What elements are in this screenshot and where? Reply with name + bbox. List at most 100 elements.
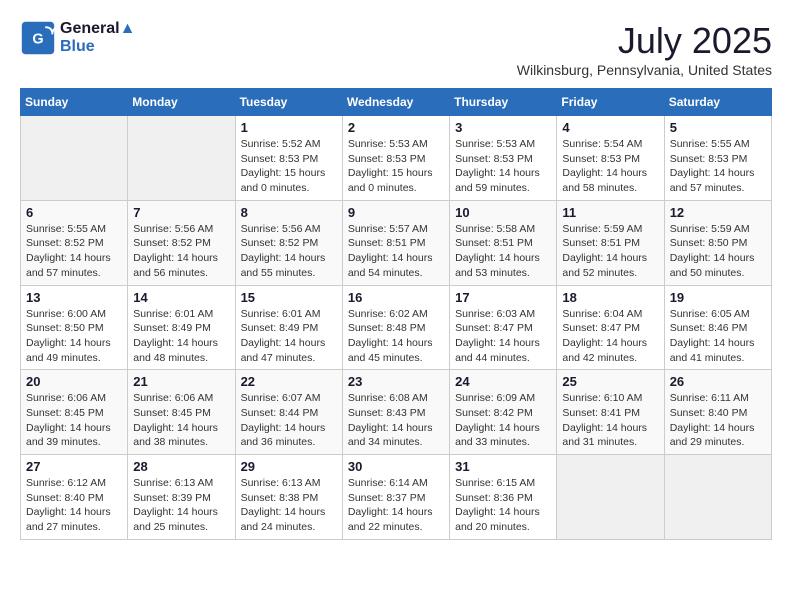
day-number: 17: [455, 290, 551, 305]
calendar-week-1: 1Sunrise: 5:52 AM Sunset: 8:53 PM Daylig…: [21, 116, 772, 201]
day-info: Sunrise: 6:13 AM Sunset: 8:39 PM Dayligh…: [133, 476, 229, 535]
calendar-week-2: 6 Sunrise: 5:55 AM Sunset: 8:52 PM Daylig…: [21, 200, 772, 285]
day-number: 8: [241, 205, 337, 220]
day-info: Sunrise: 6:01 AM Sunset: 8:49 PM Dayligh…: [133, 307, 229, 366]
day-number: 24: [455, 374, 551, 389]
calendar-cell: 22 Sunrise: 6:07 AM Sunset: 8:44 PM Dayli…: [235, 370, 342, 455]
day-number: 14: [133, 290, 229, 305]
month-title: July 2025: [517, 20, 772, 62]
day-info: Sunrise: 5:53 AM Sunset: 8:53 PM Dayligh…: [348, 137, 444, 196]
day-info: Sunrise: 5:54 AM Sunset: 8:53 PM Dayligh…: [562, 137, 658, 196]
day-info: Sunrise: 6:04 AM Sunset: 8:47 PM Dayligh…: [562, 307, 658, 366]
calendar-cell: 5 Sunrise: 5:55 AM Sunset: 8:53 PM Daylig…: [664, 116, 771, 201]
calendar-cell: [21, 116, 128, 201]
day-number: 1: [241, 120, 337, 135]
day-info: Sunrise: 5:55 AM Sunset: 8:53 PM Dayligh…: [670, 137, 766, 196]
weekday-header-wednesday: Wednesday: [342, 89, 449, 116]
calendar-cell: 4 Sunrise: 5:54 AM Sunset: 8:53 PM Daylig…: [557, 116, 664, 201]
day-info: Sunrise: 6:05 AM Sunset: 8:46 PM Dayligh…: [670, 307, 766, 366]
day-number: 5: [670, 120, 766, 135]
calendar-cell: 30 Sunrise: 6:14 AM Sunset: 8:37 PM Dayli…: [342, 455, 449, 540]
day-info: Sunrise: 5:55 AM Sunset: 8:52 PM Dayligh…: [26, 222, 122, 281]
calendar-cell: 14 Sunrise: 6:01 AM Sunset: 8:49 PM Dayli…: [128, 285, 235, 370]
logo-icon: G: [20, 20, 56, 56]
calendar-cell: 31 Sunrise: 6:15 AM Sunset: 8:36 PM Dayli…: [450, 455, 557, 540]
day-number: 21: [133, 374, 229, 389]
weekday-header-sunday: Sunday: [21, 89, 128, 116]
day-info: Sunrise: 6:11 AM Sunset: 8:40 PM Dayligh…: [670, 391, 766, 450]
weekday-header-row: SundayMondayTuesdayWednesdayThursdayFrid…: [21, 89, 772, 116]
calendar-cell: 17Sunrise: 6:03 AM Sunset: 8:47 PM Dayli…: [450, 285, 557, 370]
calendar-cell: 9Sunrise: 5:57 AM Sunset: 8:51 PM Daylig…: [342, 200, 449, 285]
calendar-cell: 13 Sunrise: 6:00 AM Sunset: 8:50 PM Dayli…: [21, 285, 128, 370]
day-info: Sunrise: 5:56 AM Sunset: 8:52 PM Dayligh…: [133, 222, 229, 281]
day-info: Sunrise: 5:56 AM Sunset: 8:52 PM Dayligh…: [241, 222, 337, 281]
calendar-week-4: 20Sunrise: 6:06 AM Sunset: 8:45 PM Dayli…: [21, 370, 772, 455]
day-info: Sunrise: 6:07 AM Sunset: 8:44 PM Dayligh…: [241, 391, 337, 450]
day-info: Sunrise: 6:14 AM Sunset: 8:37 PM Dayligh…: [348, 476, 444, 535]
day-info: Sunrise: 6:12 AM Sunset: 8:40 PM Dayligh…: [26, 476, 122, 535]
title-block: July 2025 Wilkinsburg, Pennsylvania, Uni…: [517, 20, 772, 78]
day-info: Sunrise: 5:53 AM Sunset: 8:53 PM Dayligh…: [455, 137, 551, 196]
calendar-cell: 16 Sunrise: 6:02 AM Sunset: 8:48 PM Dayli…: [342, 285, 449, 370]
day-number: 29: [241, 459, 337, 474]
calendar-cell: 15 Sunrise: 6:01 AM Sunset: 8:49 PM Dayli…: [235, 285, 342, 370]
day-info: Sunrise: 6:15 AM Sunset: 8:36 PM Dayligh…: [455, 476, 551, 535]
day-number: 10: [455, 205, 551, 220]
day-info: Sunrise: 6:02 AM Sunset: 8:48 PM Dayligh…: [348, 307, 444, 366]
calendar-cell: 8 Sunrise: 5:56 AM Sunset: 8:52 PM Daylig…: [235, 200, 342, 285]
calendar-week-3: 13 Sunrise: 6:00 AM Sunset: 8:50 PM Dayli…: [21, 285, 772, 370]
calendar-cell: 19 Sunrise: 6:05 AM Sunset: 8:46 PM Dayli…: [664, 285, 771, 370]
calendar-cell: 21 Sunrise: 6:06 AM Sunset: 8:45 PM Dayli…: [128, 370, 235, 455]
day-number: 31: [455, 459, 551, 474]
weekday-header-tuesday: Tuesday: [235, 89, 342, 116]
calendar-cell: 7 Sunrise: 5:56 AM Sunset: 8:52 PM Daylig…: [128, 200, 235, 285]
day-number: 30: [348, 459, 444, 474]
weekday-header-monday: Monday: [128, 89, 235, 116]
calendar-cell: 3Sunrise: 5:53 AM Sunset: 8:53 PM Daylig…: [450, 116, 557, 201]
day-info: Sunrise: 6:06 AM Sunset: 8:45 PM Dayligh…: [133, 391, 229, 450]
calendar-cell: 11Sunrise: 5:59 AM Sunset: 8:51 PM Dayli…: [557, 200, 664, 285]
day-info: Sunrise: 6:01 AM Sunset: 8:49 PM Dayligh…: [241, 307, 337, 366]
day-number: 27: [26, 459, 122, 474]
day-number: 6: [26, 205, 122, 220]
logo-blue: Blue: [60, 38, 135, 56]
day-number: 12: [670, 205, 766, 220]
calendar-cell: 23 Sunrise: 6:08 AM Sunset: 8:43 PM Dayli…: [342, 370, 449, 455]
calendar-cell: [557, 455, 664, 540]
calendar-cell: 26Sunrise: 6:11 AM Sunset: 8:40 PM Dayli…: [664, 370, 771, 455]
day-info: Sunrise: 6:00 AM Sunset: 8:50 PM Dayligh…: [26, 307, 122, 366]
day-number: 4: [562, 120, 658, 135]
day-info: Sunrise: 6:09 AM Sunset: 8:42 PM Dayligh…: [455, 391, 551, 450]
day-number: 22: [241, 374, 337, 389]
location: Wilkinsburg, Pennsylvania, United States: [517, 62, 772, 78]
svg-text:G: G: [32, 31, 43, 47]
day-number: 7: [133, 205, 229, 220]
day-number: 9: [348, 205, 444, 220]
calendar-cell: 28Sunrise: 6:13 AM Sunset: 8:39 PM Dayli…: [128, 455, 235, 540]
calendar-cell: 1Sunrise: 5:52 AM Sunset: 8:53 PM Daylig…: [235, 116, 342, 201]
calendar-cell: 29Sunrise: 6:13 AM Sunset: 8:38 PM Dayli…: [235, 455, 342, 540]
day-number: 13: [26, 290, 122, 305]
calendar-cell: 12 Sunrise: 5:59 AM Sunset: 8:50 PM Dayli…: [664, 200, 771, 285]
day-number: 25: [562, 374, 658, 389]
day-number: 2: [348, 120, 444, 135]
calendar-cell: 10Sunrise: 5:58 AM Sunset: 8:51 PM Dayli…: [450, 200, 557, 285]
calendar-cell: [664, 455, 771, 540]
calendar-week-5: 27 Sunrise: 6:12 AM Sunset: 8:40 PM Dayli…: [21, 455, 772, 540]
day-number: 16: [348, 290, 444, 305]
day-info: Sunrise: 6:08 AM Sunset: 8:43 PM Dayligh…: [348, 391, 444, 450]
day-info: Sunrise: 6:06 AM Sunset: 8:45 PM Dayligh…: [26, 391, 122, 450]
weekday-header-thursday: Thursday: [450, 89, 557, 116]
day-number: 19: [670, 290, 766, 305]
calendar-cell: 20Sunrise: 6:06 AM Sunset: 8:45 PM Dayli…: [21, 370, 128, 455]
page-header: G General▲ Blue July 2025 Wilkinsburg, P…: [20, 20, 772, 78]
calendar-cell: 2 Sunrise: 5:53 AM Sunset: 8:53 PM Daylig…: [342, 116, 449, 201]
calendar-cell: 25Sunrise: 6:10 AM Sunset: 8:41 PM Dayli…: [557, 370, 664, 455]
day-info: Sunrise: 5:59 AM Sunset: 8:50 PM Dayligh…: [670, 222, 766, 281]
calendar-cell: [128, 116, 235, 201]
day-number: 15: [241, 290, 337, 305]
day-number: 23: [348, 374, 444, 389]
calendar-cell: 6 Sunrise: 5:55 AM Sunset: 8:52 PM Daylig…: [21, 200, 128, 285]
logo: G General▲ Blue: [20, 20, 135, 56]
